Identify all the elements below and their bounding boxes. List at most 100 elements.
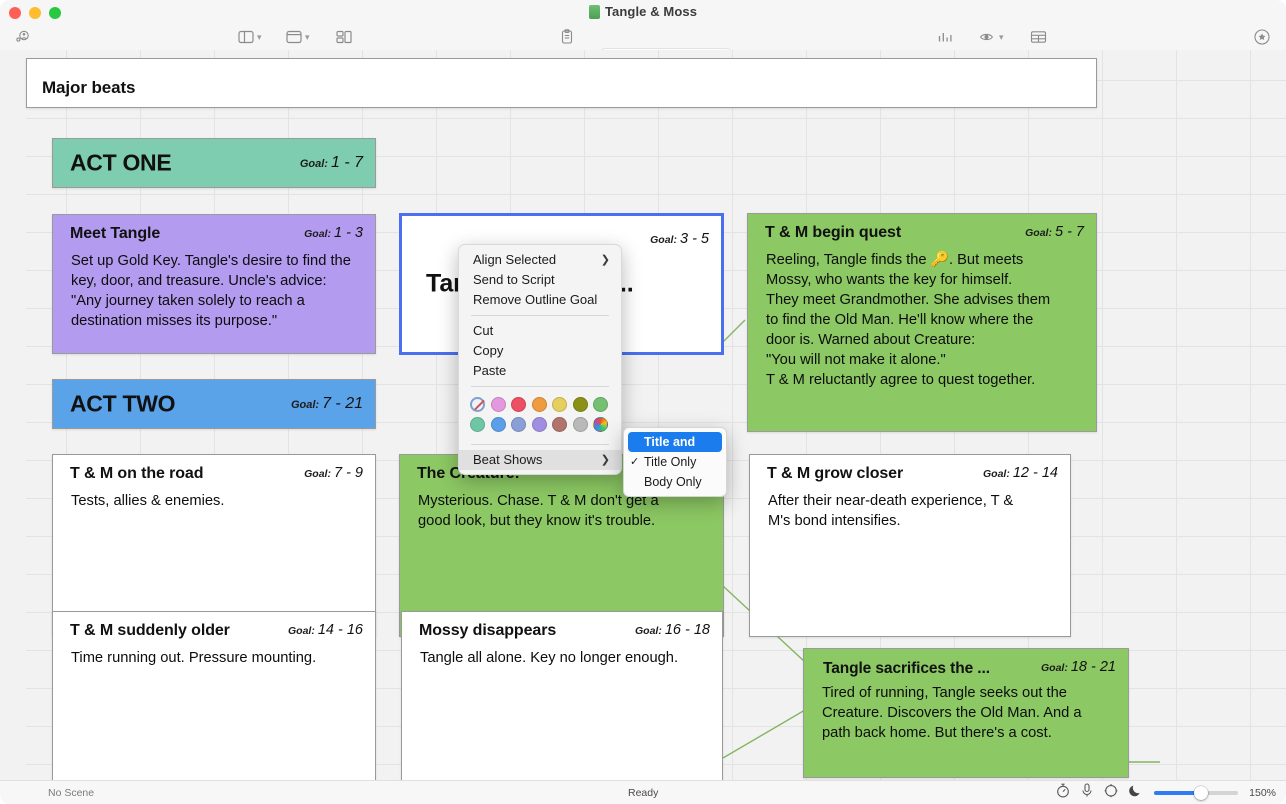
- card-act-one[interactable]: ACT ONE Goal:1 - 7: [52, 138, 376, 188]
- card-goal: Goal:14 - 16: [288, 621, 363, 639]
- swatch-brown[interactable]: [552, 417, 567, 432]
- swatch-blue[interactable]: [491, 417, 506, 432]
- menu-item-label: Remove Outline Goal: [473, 290, 597, 310]
- target-icon[interactable]: [1104, 783, 1118, 803]
- card-body: Set up Gold Key. Tangle's desire to find…: [71, 251, 361, 331]
- submenu-item-label: Title Only: [644, 455, 696, 469]
- swatch-yellow[interactable]: [552, 397, 567, 412]
- menu-separator: [471, 444, 609, 445]
- card-title: Major beats: [42, 78, 135, 98]
- card-body: Tangle all alone. Key no longer enough.: [420, 648, 708, 668]
- header-card[interactable]: Major beats: [26, 58, 1097, 108]
- card-goal: Goal:18 - 21: [1041, 658, 1116, 676]
- swatch-row-1: [470, 397, 610, 412]
- card-mossy-disappears[interactable]: Mossy disappears Goal:16 - 18 Tangle all…: [401, 611, 723, 780]
- chevron-down-icon: ▾: [257, 33, 262, 42]
- timer-icon[interactable]: [1056, 783, 1070, 803]
- chevron-down-icon: ▾: [305, 33, 310, 42]
- view-mode-icon[interactable]: ▾: [286, 24, 310, 50]
- swatch-purple[interactable]: [532, 417, 547, 432]
- card-body: After their near-death experience, T & M…: [768, 491, 1056, 531]
- card-meet-tangle[interactable]: Meet Tangle Goal:1 - 3 Set up Gold Key. …: [52, 214, 376, 354]
- zoom-level: 150%: [1249, 787, 1276, 799]
- card-title: T & M begin quest: [765, 224, 901, 242]
- goal-label: Goal:: [635, 625, 662, 637]
- card-act-two[interactable]: ACT TWO Goal:7 - 21: [52, 379, 376, 429]
- zoom-slider-knob[interactable]: [1194, 786, 1208, 800]
- card-body: Tests, allies & enemies.: [71, 491, 361, 511]
- swatch-orange[interactable]: [532, 397, 547, 412]
- goal-value: 5 - 7: [1055, 224, 1084, 240]
- zoom-slider[interactable]: [1154, 791, 1238, 795]
- card-goal: Goal:7 - 9: [304, 464, 363, 482]
- menu-separator: [471, 315, 609, 316]
- swatch-none[interactable]: [470, 397, 485, 412]
- microphone-icon[interactable]: [1081, 783, 1093, 803]
- goal-label: Goal:: [1041, 662, 1068, 674]
- menu-item-send-to-script[interactable]: Send to Script: [459, 270, 621, 290]
- context-menu: Align Selected ❯ Send to Script Remove O…: [458, 244, 622, 475]
- sidebar-toggle-icon[interactable]: ▾: [238, 24, 262, 50]
- card-goal: Goal:3 - 5: [650, 230, 709, 248]
- submenu-item-title-and-body[interactable]: Title and Body: [628, 432, 722, 452]
- goal-value: 1 - 7: [331, 154, 363, 171]
- swatch-gray[interactable]: [573, 417, 588, 432]
- menu-item-cut[interactable]: Cut: [459, 321, 621, 341]
- status-bar: No Scene Ready: [0, 780, 1286, 804]
- corkboard-canvas[interactable]: Major beats ACT ONE Goal:1 - 7 Meet Tang…: [0, 50, 1286, 780]
- card-title: ACT TWO: [70, 391, 175, 418]
- submenu-item-title-only[interactable]: ✓ Title Only: [624, 452, 726, 472]
- menu-item-paste[interactable]: Paste: [459, 361, 621, 381]
- status-bar-icons: 150%: [1056, 781, 1276, 804]
- goal-value: 14 - 16: [318, 622, 363, 638]
- swatch-teal[interactable]: [470, 417, 485, 432]
- card-goal: Goal:7 - 21: [291, 395, 363, 413]
- card-body: Reeling, Tangle finds the 🔑. But meets M…: [766, 250, 1082, 390]
- favorite-icon[interactable]: [1253, 24, 1271, 50]
- swatch-periwinkle[interactable]: [511, 417, 526, 432]
- card-title: Meet Tangle: [70, 225, 160, 243]
- menu-item-copy[interactable]: Copy: [459, 341, 621, 361]
- layout-icon[interactable]: [336, 24, 352, 50]
- swatch-custom-color[interactable]: [593, 417, 608, 432]
- goal-label: Goal:: [304, 468, 331, 480]
- goal-label: Goal:: [288, 625, 315, 637]
- table-icon[interactable]: [1030, 24, 1047, 50]
- left-gutter: [0, 50, 26, 780]
- swatch-green[interactable]: [593, 397, 608, 412]
- dark-mode-icon[interactable]: [1129, 783, 1143, 803]
- card-tangle-sacrifices[interactable]: Tangle sacrifices the ... Goal:18 - 21 T…: [803, 648, 1129, 778]
- card-tm-on-the-road[interactable]: T & M on the road Goal:7 - 9 Tests, alli…: [52, 454, 376, 637]
- swatch-olive[interactable]: [573, 397, 588, 412]
- goal-value: 7 - 21: [322, 395, 363, 412]
- menu-item-label: Copy: [473, 341, 503, 361]
- swatch-red[interactable]: [511, 397, 526, 412]
- menu-separator: [471, 386, 609, 387]
- card-goal: Goal:16 - 18: [635, 621, 710, 639]
- menu-item-label: Align Selected: [473, 250, 556, 270]
- chevron-down-icon: ▾: [999, 33, 1004, 42]
- menu-item-remove-outline-goal[interactable]: Remove Outline Goal: [459, 290, 621, 310]
- user-profile-icon[interactable]: [14, 24, 32, 50]
- goal-value: 7 - 9: [334, 465, 363, 481]
- toolbar: ▾ ▾ Outline 1 (Acts) ⌃⌄: [0, 24, 1286, 50]
- submenu-item-body-only[interactable]: Body Only: [624, 472, 726, 492]
- card-goal: Goal:5 - 7: [1025, 223, 1084, 241]
- menu-item-align-selected[interactable]: Align Selected ❯: [459, 250, 621, 270]
- card-title: T & M on the road: [70, 465, 203, 483]
- card-body: Mysterious. Chase. T & M don't get a goo…: [418, 491, 709, 531]
- statistics-icon[interactable]: [937, 24, 954, 50]
- card-tm-begin-quest[interactable]: T & M begin quest Goal:5 - 7 Reeling, Ta…: [747, 213, 1097, 432]
- card-goal: Goal:1 - 3: [304, 224, 363, 242]
- card-tm-grow-closer[interactable]: T & M grow closer Goal:12 - 14 After the…: [749, 454, 1071, 637]
- goal-label: Goal:: [304, 228, 331, 240]
- beat-shows-submenu: Title and Body ✓ Title Only Body Only: [623, 427, 727, 497]
- clipboard-icon[interactable]: [560, 24, 574, 50]
- card-goal: Goal:1 - 7: [300, 154, 363, 172]
- card-title: T & M grow closer: [767, 465, 903, 483]
- appearance-icon[interactable]: ▾: [979, 24, 1004, 50]
- card-tm-suddenly-older[interactable]: T & M suddenly older Goal:14 - 16 Time r…: [52, 611, 376, 780]
- swatch-pink[interactable]: [491, 397, 506, 412]
- goal-label: Goal:: [983, 468, 1010, 480]
- menu-item-beat-shows[interactable]: Beat Shows ❯: [459, 450, 621, 470]
